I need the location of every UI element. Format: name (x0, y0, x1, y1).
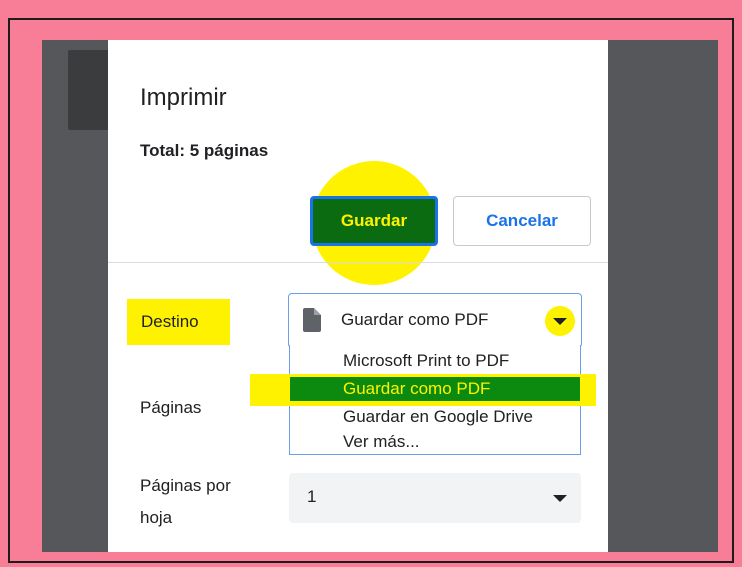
destination-select[interactable]: Guardar como PDF (288, 293, 582, 348)
pages-per-sheet-value: 1 (307, 487, 317, 506)
destination-label: Destino (127, 299, 230, 345)
destination-label-text: Destino (141, 312, 199, 331)
chevron-down-icon[interactable] (553, 318, 567, 325)
pages-per-sheet-label-line2: hoja (140, 508, 173, 527)
total-pages: Total: 5 páginas (140, 141, 269, 160)
option-ver-mas[interactable]: Ver más... (290, 430, 580, 454)
document-icon (303, 308, 321, 332)
save-button[interactable]: Guardar (310, 196, 438, 246)
dialog-title: Imprimir (140, 84, 227, 111)
chevron-down-icon[interactable] (553, 495, 567, 502)
option-guardar-en-google-drive[interactable]: Guardar en Google Drive (290, 405, 580, 429)
pages-per-sheet-select[interactable]: 1 (289, 473, 581, 523)
pages-label: Páginas (140, 398, 202, 417)
cancel-button[interactable]: Cancelar (453, 196, 591, 246)
pages-per-sheet-label: Páginas por hoja (140, 470, 231, 534)
option-guardar-como-pdf[interactable]: Guardar como PDF (290, 377, 580, 401)
divider (108, 262, 608, 263)
destination-selected-value: Guardar como PDF (341, 310, 489, 329)
option-microsoft-print-to-pdf[interactable]: Microsoft Print to PDF (290, 349, 580, 373)
pages-per-sheet-label-line1: Páginas por (140, 476, 231, 495)
